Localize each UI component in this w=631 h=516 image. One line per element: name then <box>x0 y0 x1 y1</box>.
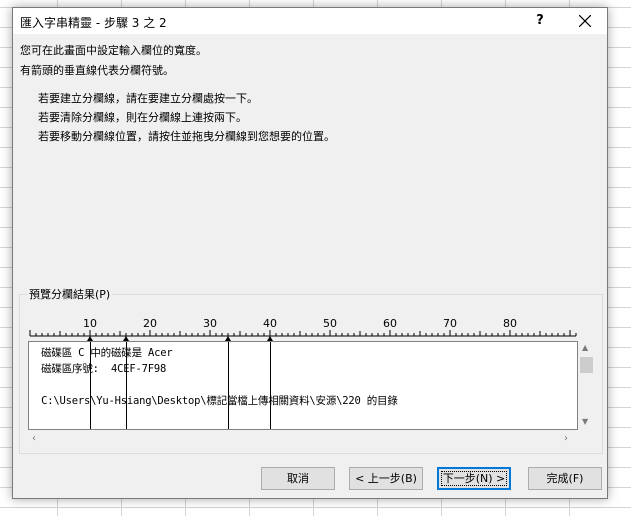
column-ruler[interactable]: 10 20 30 40 50 60 70 80 <box>28 316 578 342</box>
column-break-line[interactable] <box>228 342 229 429</box>
preview-line: 磁碟區 C 中的磁碟是 Acer <box>35 347 173 359</box>
hint-clear-break: 若要清除分欄線，則在分欄線上連按兩下。 <box>38 111 247 124</box>
scroll-up-icon[interactable]: ▲ <box>582 343 588 352</box>
description-line-2: 有箭頭的垂直線代表分欄符號。 <box>20 64 174 77</box>
help-button[interactable]: ? <box>528 10 552 32</box>
hint-create-break: 若要建立分欄線，請在要建立分欄處按一下。 <box>38 92 258 105</box>
column-break-line[interactable] <box>270 342 271 429</box>
ruler-label: 80 <box>503 317 517 330</box>
scroll-thumb[interactable] <box>580 357 593 373</box>
ruler-label: 30 <box>203 317 217 330</box>
horizontal-scrollbar[interactable]: ‹ › <box>28 430 578 447</box>
scroll-right-icon[interactable]: › <box>564 433 568 444</box>
preview-line: 磁碟區序號: 4CEF-7F98 <box>35 363 167 375</box>
close-icon <box>579 15 591 27</box>
ruler-label: 10 <box>83 317 97 330</box>
ruler-label: 70 <box>443 317 457 330</box>
ruler-label: 50 <box>323 317 337 330</box>
hint-move-break: 若要移動分欄線位置，請按住並拖曳分欄線到您想要的位置。 <box>38 130 335 143</box>
text-import-wizard-dialog: 匯入字串精靈 - 步驟 3 之 2 ? 您可在此畫面中設定輸入欄位的寬度。 有箭… <box>12 7 608 499</box>
back-button[interactable]: < 上一步(B) <box>349 467 423 490</box>
description-line-1: 您可在此畫面中設定輸入欄位的寬度。 <box>20 44 207 57</box>
ruler-label: 40 <box>263 317 277 330</box>
column-break-line[interactable] <box>90 342 91 429</box>
focus-rect <box>441 471 507 486</box>
dialog-title: 匯入字串精靈 - 步驟 3 之 2 <box>20 16 167 30</box>
close-button[interactable] <box>563 8 607 34</box>
finish-button[interactable]: 完成(F) <box>528 467 602 490</box>
column-break-line[interactable] <box>126 342 127 429</box>
data-preview-area[interactable]: 磁碟區 C 中的磁碟是 Acer 磁碟區序號: 4CEF-7F98 C:\Use… <box>28 341 578 430</box>
preview-label: 預覽分欄結果(P) <box>27 286 113 302</box>
ruler-label: 20 <box>143 317 157 330</box>
cancel-button[interactable]: 取消 <box>261 467 335 490</box>
title-bar: 匯入字串精靈 - 步驟 3 之 2 ? <box>13 8 607 34</box>
scroll-down-icon[interactable]: ▼ <box>582 417 588 426</box>
next-button[interactable]: 下一步(N) > <box>437 467 511 490</box>
scroll-left-icon[interactable]: ‹ <box>32 433 36 444</box>
ruler-label: 60 <box>383 317 397 330</box>
vertical-scrollbar[interactable]: ▲ ▼ <box>578 341 595 430</box>
